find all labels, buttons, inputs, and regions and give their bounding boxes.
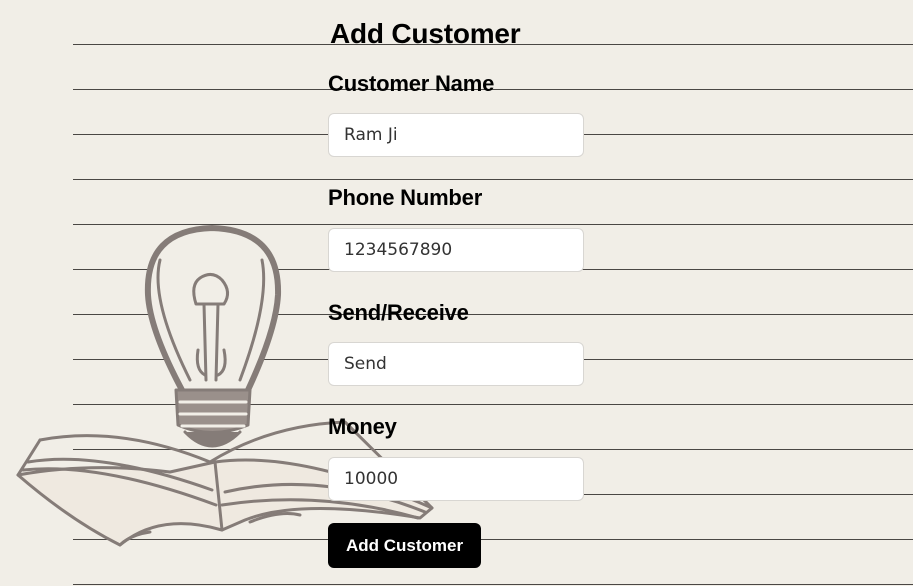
customer-name-label: Customer Name [328, 71, 495, 96]
phone-number-input[interactable] [328, 228, 584, 272]
lightbulb-icon [144, 225, 282, 448]
page-title: Add Customer [330, 18, 521, 49]
phone-number-label: Phone Number [328, 185, 483, 210]
rule-line [73, 179, 913, 180]
customer-name-input[interactable] [328, 113, 584, 157]
send-receive-label: Send/Receive [328, 300, 469, 325]
add-customer-button[interactable]: Add Customer [328, 523, 481, 568]
money-input[interactable] [328, 457, 584, 501]
money-label: Money [328, 414, 397, 439]
rule-line [73, 584, 913, 585]
send-receive-input[interactable] [328, 342, 584, 386]
